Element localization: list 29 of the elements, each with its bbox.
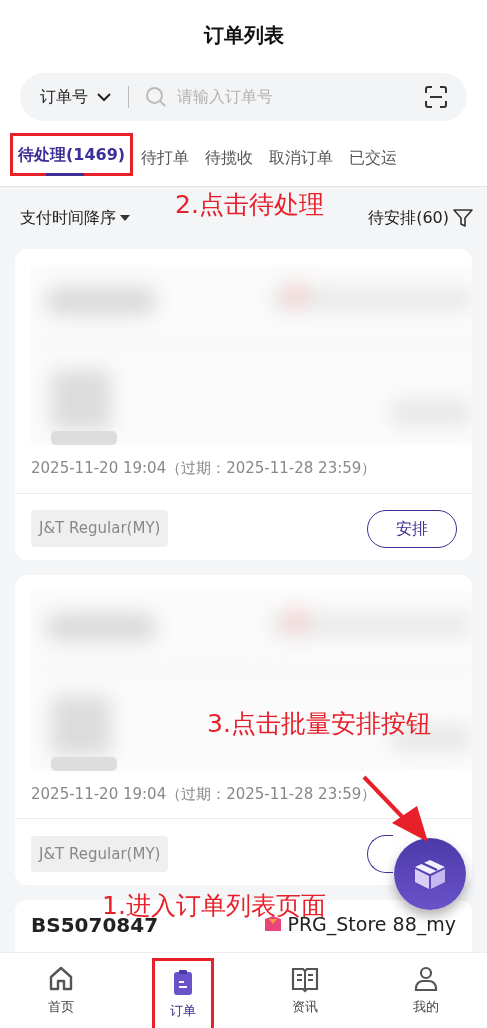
sort-dropdown[interactable]: 支付时间降序 (20, 206, 130, 230)
order-date: 2025-11-20 19:04（过期：2025-11-28 23:59） (31, 459, 377, 479)
filter-button[interactable]: 待安排(60) (368, 206, 473, 230)
search-type-dropdown[interactable]: 订单号 (40, 85, 112, 109)
nav-item[interactable]: 订单 (154, 961, 211, 1028)
tab[interactable]: 待揽收 (197, 129, 262, 186)
annotation-text: 2.点击待处理 (175, 192, 324, 217)
arrange-button[interactable] (367, 835, 393, 873)
tab[interactable]: 待处理(1469) (10, 133, 134, 176)
page-title: 订单列表 (203, 22, 284, 49)
tab[interactable]: 取消订单 (261, 129, 342, 186)
search-field[interactable]: 订单号 请输入订单号 (20, 73, 467, 121)
caret-down-icon (120, 215, 130, 221)
annotation-arrow (362, 775, 428, 842)
carrier-tag: J&T Regular(MY) (31, 510, 169, 547)
tab[interactable]: 已交运 (341, 129, 406, 186)
nav-item[interactable]: 资讯 (243, 953, 366, 1028)
arrange-button[interactable]: 安排 (367, 509, 457, 548)
annotation-text: 3.点击批量安排按钮 (207, 711, 431, 736)
nav-item[interactable]: 我的 (365, 953, 487, 1028)
filter-icon (453, 208, 473, 228)
order-date: 2025-11-20 19:04（过期：2025-11-28 23:59） (31, 784, 377, 804)
scan-icon[interactable] (425, 86, 447, 108)
tab[interactable]: 待打单 (133, 129, 198, 186)
chevron-down-icon (96, 92, 112, 102)
search-icon (145, 86, 167, 108)
nav-item[interactable]: 首页 (0, 953, 122, 1028)
carrier-tag: J&T Regular(MY) (31, 835, 169, 873)
box-icon (412, 858, 448, 890)
